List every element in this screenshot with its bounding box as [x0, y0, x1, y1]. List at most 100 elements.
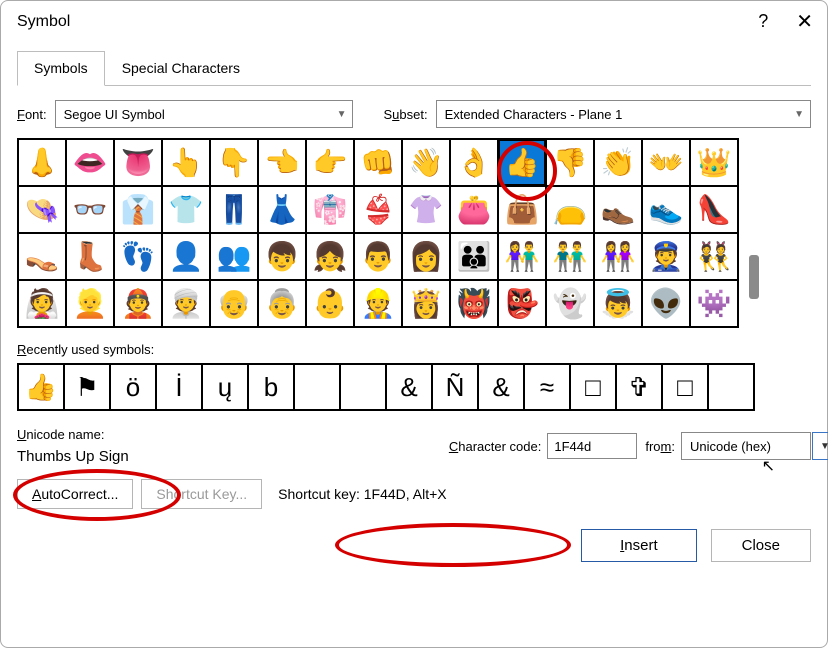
subset-combo[interactable]: Extended Characters - Plane 1 ▼ — [436, 100, 811, 128]
symbol-cell[interactable]: 👜 — [498, 186, 546, 233]
recent-symbol-cell[interactable]: ≈ — [524, 364, 570, 410]
symbol-cell[interactable]: 👞 — [594, 186, 642, 233]
symbol-cell[interactable]: 👫 — [498, 233, 546, 280]
symbol-cell[interactable]: 👄 — [66, 139, 114, 186]
symbol-cell[interactable]: 👒 — [18, 186, 66, 233]
symbol-cell[interactable]: 👛 — [450, 186, 498, 233]
symbol-cell[interactable]: 👠 — [690, 186, 738, 233]
help-icon[interactable]: ? — [758, 11, 768, 32]
symbol-cell[interactable]: 👩 — [402, 233, 450, 280]
recent-symbol-cell[interactable]: ö — [110, 364, 156, 410]
recent-symbol-cell[interactable]: □ — [662, 364, 708, 410]
tabs: Symbols Special Characters — [17, 50, 811, 86]
symbol-cell[interactable]: 👲 — [114, 280, 162, 327]
symbol-cell[interactable]: 👏 — [594, 139, 642, 186]
insert-button[interactable]: Insert — [581, 529, 697, 562]
symbol-cell[interactable]: 👝 — [546, 186, 594, 233]
font-combo[interactable]: Segoe UI Symbol ▼ — [55, 100, 354, 128]
tab-symbols[interactable]: Symbols — [17, 51, 105, 86]
symbol-cell[interactable]: 👷 — [354, 280, 402, 327]
symbol-cell[interactable]: 👧 — [306, 233, 354, 280]
symbol-cell[interactable]: 👬 — [546, 233, 594, 280]
recent-symbol-cell[interactable]: 👍 — [18, 364, 64, 410]
symbol-cell[interactable]: 👖 — [210, 186, 258, 233]
symbol-cell[interactable]: 👺 — [498, 280, 546, 327]
symbol-cell[interactable]: 👙 — [354, 186, 402, 233]
symbol-cell[interactable]: 👘 — [306, 186, 354, 233]
recent-symbol-cell[interactable] — [340, 364, 386, 410]
symbol-cell[interactable]: 👐 — [642, 139, 690, 186]
title-bar: Symbol ? ✕ — [1, 1, 827, 44]
symbol-cell[interactable]: 👡 — [18, 233, 66, 280]
recent-symbol-cell[interactable]: b — [248, 364, 294, 410]
shortcut-key-button[interactable]: Shortcut Key... — [141, 479, 262, 509]
font-value: Segoe UI Symbol — [64, 107, 165, 122]
chevron-down-icon: ▼ — [331, 109, 347, 120]
symbol-cell[interactable]: 👈 — [258, 139, 306, 186]
recent-symbol-cell[interactable]: ✞ — [616, 364, 662, 410]
symbol-cell[interactable]: 👆 — [162, 139, 210, 186]
recent-symbol-cell[interactable] — [708, 364, 754, 410]
from-combo[interactable]: Unicode (hex) ▼ — [681, 432, 811, 460]
symbol-cell[interactable]: 👢 — [66, 233, 114, 280]
symbol-cell[interactable]: 👋 — [402, 139, 450, 186]
symbol-cell[interactable]: 👭 — [594, 233, 642, 280]
symbol-cell[interactable]: 👪 — [450, 233, 498, 280]
symbol-cell[interactable]: 👶 — [306, 280, 354, 327]
symbol-grid[interactable]: 👃👄👅👆👇👈👉👊👋👌👍👎👏👐👑 👒👓👔👕👖👗👘👙👚👛👜👝👞👟👠 👡👢👣👤👥👦👧👨👩👪… — [17, 138, 739, 328]
symbol-cell[interactable]: 👯 — [690, 233, 738, 280]
symbol-cell[interactable]: 👅 — [114, 139, 162, 186]
symbol-cell[interactable]: 👽 — [642, 280, 690, 327]
recent-symbols-grid[interactable]: 👍⚑öİųb&Ñ&≈□✞□ — [17, 363, 755, 411]
symbol-cell[interactable]: 👓 — [66, 186, 114, 233]
symbol-cell[interactable]: 👻 — [546, 280, 594, 327]
recent-symbol-cell[interactable]: ⚑ — [64, 364, 110, 410]
symbol-cell[interactable]: 👱 — [66, 280, 114, 327]
symbol-cell[interactable]: 👾 — [690, 280, 738, 327]
recent-symbol-cell[interactable]: & — [478, 364, 524, 410]
symbol-cell[interactable]: 👇 — [210, 139, 258, 186]
symbol-cell[interactable]: 👌 — [450, 139, 498, 186]
symbol-cell[interactable]: 👤 — [162, 233, 210, 280]
symbol-cell[interactable]: 👃 — [18, 139, 66, 186]
symbol-cell[interactable]: 👗 — [258, 186, 306, 233]
from-label: from: — [645, 439, 675, 454]
symbol-cell[interactable]: 👥 — [210, 233, 258, 280]
symbol-cell[interactable]: 👔 — [114, 186, 162, 233]
recent-symbol-cell[interactable]: & — [386, 364, 432, 410]
symbol-cell[interactable]: 👉 — [306, 139, 354, 186]
symbol-cell[interactable]: 👦 — [258, 233, 306, 280]
tab-special-characters[interactable]: Special Characters — [105, 51, 257, 86]
symbol-cell[interactable]: 👳 — [162, 280, 210, 327]
symbol-cell[interactable]: 👎 — [546, 139, 594, 186]
symbol-cell[interactable]: 👕 — [162, 186, 210, 233]
symbol-cell[interactable]: 👼 — [594, 280, 642, 327]
chevron-down-icon[interactable]: ▼ — [812, 432, 828, 460]
character-code-input[interactable] — [547, 433, 637, 459]
symbol-cell[interactable]: 👑 — [690, 139, 738, 186]
scrollbar-thumb[interactable] — [749, 255, 759, 299]
symbol-cell[interactable]: 👍 — [498, 139, 546, 186]
symbol-cell[interactable]: 👊 — [354, 139, 402, 186]
grid-scrollbar[interactable] — [745, 138, 763, 328]
recent-symbol-cell[interactable]: □ — [570, 364, 616, 410]
symbol-cell[interactable]: 👮 — [642, 233, 690, 280]
symbol-cell[interactable]: 👵 — [258, 280, 306, 327]
symbol-cell[interactable]: 👚 — [402, 186, 450, 233]
recent-symbol-cell[interactable]: ų — [202, 364, 248, 410]
symbol-cell[interactable]: 👟 — [642, 186, 690, 233]
symbol-cell[interactable]: 👸 — [402, 280, 450, 327]
symbol-cell[interactable]: 👰 — [18, 280, 66, 327]
recent-symbol-cell[interactable]: İ — [156, 364, 202, 410]
close-button[interactable]: Close — [711, 529, 811, 562]
symbol-cell[interactable]: 👴 — [210, 280, 258, 327]
autocorrect-button[interactable]: AutoCorrect... — [17, 479, 133, 509]
recent-symbol-cell[interactable] — [294, 364, 340, 410]
chevron-down-icon: ▼ — [788, 109, 804, 120]
symbol-cell[interactable]: 👹 — [450, 280, 498, 327]
recent-symbol-cell[interactable]: Ñ — [432, 364, 478, 410]
symbol-cell[interactable]: 👨 — [354, 233, 402, 280]
close-icon[interactable]: ✕ — [796, 9, 813, 34]
symbol-cell[interactable]: 👣 — [114, 233, 162, 280]
unicode-name-label: Unicode name: — [17, 427, 129, 442]
